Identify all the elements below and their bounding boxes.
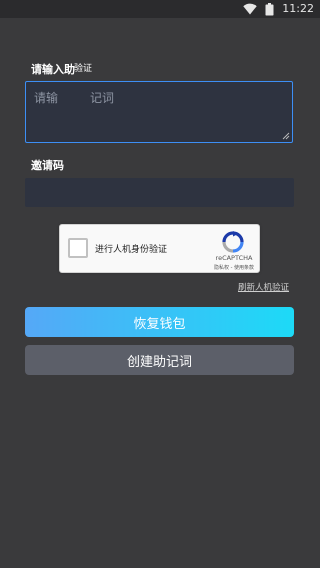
recaptcha-widget: 进行人机身份验证 reCAPTCHA 隐私权 - 使用条款 [59, 224, 260, 273]
status-icons: 11:22 [243, 2, 314, 16]
recaptcha-logo-icon [222, 231, 244, 253]
status-time: 11:22 [282, 2, 314, 15]
captcha-brand: reCAPTCHA [215, 254, 253, 262]
status-bar: 11:22 [0, 0, 320, 18]
invite-code-label: 邀请码 [31, 159, 64, 172]
resize-grip-icon[interactable] [282, 132, 290, 140]
mnemonic-label-overlap: 验证 [74, 64, 93, 74]
battery-icon [265, 2, 274, 15]
mnemonic-label: 请输入助 [31, 63, 75, 76]
restore-wallet-button[interactable]: 恢复钱包 [25, 307, 294, 337]
invite-code-input[interactable] [25, 178, 294, 207]
mnemonic-input[interactable] [26, 82, 292, 142]
invite-code-box[interactable] [25, 178, 294, 207]
captcha-terms-link[interactable]: 隐私权 - 使用条款 [206, 264, 262, 271]
captcha-checkbox[interactable] [68, 238, 88, 258]
wifi-icon [243, 3, 257, 15]
refresh-captcha-link[interactable]: 刷新人机验证 [238, 281, 289, 293]
create-mnemonic-button[interactable]: 创建助记词 [25, 345, 294, 375]
captcha-label: 进行人机身份验证 [95, 245, 168, 255]
mnemonic-input-box[interactable]: 请输 记词 [25, 81, 293, 143]
